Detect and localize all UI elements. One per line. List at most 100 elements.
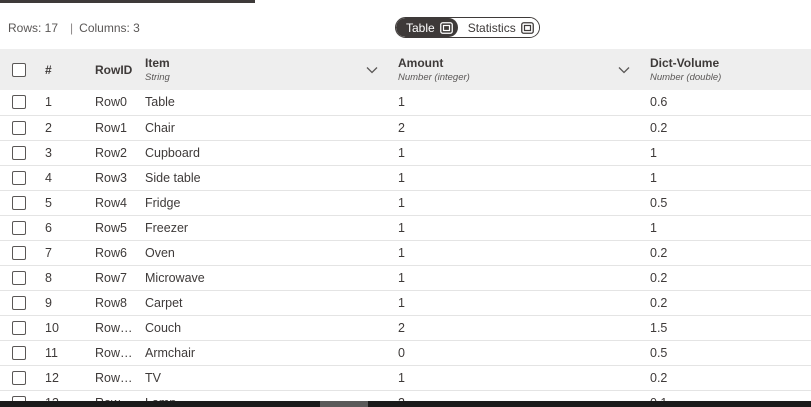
header-volume-type: Number (double) — [650, 72, 722, 83]
cell-rowid: Row… — [95, 345, 133, 360]
cell-item: Cupboard — [145, 145, 200, 160]
header-amount-name: Amount — [398, 56, 444, 70]
row-checkbox[interactable] — [12, 170, 26, 185]
table-row[interactable]: 3 Row2 Cupboard 1 1 — [0, 140, 811, 165]
cell-rowid: Row2 — [95, 145, 127, 160]
header-index: # — [45, 62, 52, 77]
table-row[interactable]: 5 Row4 Fridge 1 0.5 — [0, 190, 811, 215]
cell-volume: 1 — [650, 170, 657, 185]
row-checkbox[interactable] — [12, 295, 26, 310]
table-view-button[interactable]: Table — [396, 18, 458, 37]
cell-item: Freezer — [145, 220, 189, 235]
cell-amount: 1 — [398, 195, 405, 210]
chevron-down-icon[interactable] — [618, 66, 630, 74]
row-select-cell — [0, 190, 38, 215]
header-item[interactable]: Item String — [145, 49, 398, 90]
cell-index: 5 — [45, 195, 52, 210]
row-checkbox[interactable] — [12, 320, 26, 335]
open-window-icon[interactable] — [440, 21, 454, 34]
data-table: # RowID Item String Amount Number (integ… — [0, 49, 811, 401]
cell-volume: 1 — [650, 145, 657, 160]
cell-volume: 0.2 — [650, 245, 668, 260]
cell-rowid: Row8 — [95, 295, 127, 310]
row-checkbox[interactable] — [12, 220, 26, 235]
header-item-type: String — [145, 72, 170, 83]
cell-item: Oven — [145, 245, 175, 260]
cell-volume: 0.6 — [650, 95, 668, 110]
row-select-cell — [0, 165, 38, 190]
select-all-cell — [0, 49, 38, 90]
cell-index: 2 — [45, 120, 52, 135]
cell-item: Chair — [145, 120, 175, 135]
header-item-name: Item — [145, 56, 170, 70]
row-count: Rows: 17 — [8, 21, 59, 35]
cell-rowid: Row7 — [95, 270, 127, 285]
statistics-view-button[interactable]: Statistics — [457, 18, 539, 37]
cell-amount: 1 — [398, 170, 405, 185]
cell-amount: 0 — [398, 345, 405, 360]
view-toggle: Table Statistics — [395, 17, 540, 38]
row-checkbox[interactable] — [12, 345, 26, 360]
row-checkbox[interactable] — [12, 120, 26, 135]
cell-rowid: Row… — [95, 390, 145, 402]
cell-index: 10 — [45, 320, 59, 335]
cell-rowid: Row6 — [95, 245, 127, 260]
header-amount[interactable]: Amount Number (integer) — [398, 49, 650, 90]
table-row[interactable]: 12 Row… TV 1 0.2 — [0, 365, 811, 390]
row-checkbox[interactable] — [12, 245, 26, 260]
table-row[interactable]: 8 Row7 Microwave 1 0.2 — [0, 265, 811, 290]
cell-item: Carpet — [145, 295, 183, 310]
cell-item: Lamp — [145, 390, 398, 402]
column-count: Columns: 3 — [79, 21, 140, 35]
header-volume-name: Dict-Volume — [650, 56, 720, 70]
cell-rowid: Row1 — [95, 120, 127, 135]
cell-rowid: Row0 — [95, 95, 127, 110]
cell-rowid: Row5 — [95, 220, 127, 235]
cell-item: Side table — [145, 170, 201, 185]
table-row[interactable]: 9 Row8 Carpet 1 0.2 — [0, 290, 811, 315]
table-row[interactable]: 10 Row… Couch 2 1.5 — [0, 315, 811, 340]
row-select-cell — [0, 265, 38, 290]
cell-rowid: Row4 — [95, 195, 127, 210]
cell-amount: 1 — [398, 95, 405, 110]
cell-index: 8 — [45, 270, 52, 285]
row-select-cell — [0, 365, 38, 390]
chevron-down-icon[interactable] — [366, 66, 378, 74]
table-dimensions: Rows: 17 | Columns: 3 — [8, 21, 140, 35]
table-row[interactable]: 2 Row1 Chair 2 0.2 — [0, 115, 811, 140]
cell-index: 3 — [45, 145, 52, 160]
row-checkbox[interactable] — [12, 270, 26, 285]
statistics-view-label: Statistics — [467, 20, 516, 35]
cell-index: 6 — [45, 220, 52, 235]
row-checkbox[interactable] — [12, 370, 26, 385]
row-checkbox[interactable] — [12, 195, 26, 210]
cell-amount: 2 — [398, 390, 650, 402]
cell-item: Table — [145, 95, 175, 110]
table-row[interactable]: 13 Row… Lamp 2 0.1 — [0, 390, 811, 401]
table-header-row: # RowID Item String Amount Number (integ… — [0, 49, 811, 90]
table-row[interactable]: 6 Row5 Freezer 1 1 — [0, 215, 811, 240]
select-all-checkbox[interactable] — [12, 62, 26, 77]
open-window-icon[interactable] — [521, 21, 535, 34]
cell-volume: 1.5 — [650, 320, 668, 335]
cell-item: Couch — [145, 320, 182, 335]
cell-rowid: Row… — [95, 370, 133, 385]
table-row[interactable]: 11 Row… Armchair 0 0.5 — [0, 340, 811, 365]
cell-amount: 1 — [398, 370, 405, 385]
cell-amount: 1 — [398, 245, 405, 260]
row-select-cell — [0, 140, 38, 165]
header-amount-type: Number (integer) — [398, 72, 470, 83]
row-checkbox[interactable] — [12, 145, 26, 160]
header-volume[interactable]: Dict-Volume Number (double) — [650, 49, 811, 90]
row-checkbox[interactable] — [12, 95, 26, 110]
cell-amount: 1 — [398, 220, 405, 235]
table-row[interactable]: 4 Row3 Side table 1 1 — [0, 165, 811, 190]
cell-amount: 2 — [398, 120, 405, 135]
table-row[interactable]: 1 Row0 Table 1 0.6 — [0, 90, 811, 115]
cell-volume: 0.5 — [650, 345, 668, 360]
horizontal-scrollbar-track[interactable] — [0, 401, 811, 407]
cell-rowid: Row… — [95, 320, 133, 335]
row-select-cell — [0, 240, 38, 265]
horizontal-scrollbar-thumb[interactable] — [320, 401, 368, 407]
table-row[interactable]: 7 Row6 Oven 1 0.2 — [0, 240, 811, 265]
